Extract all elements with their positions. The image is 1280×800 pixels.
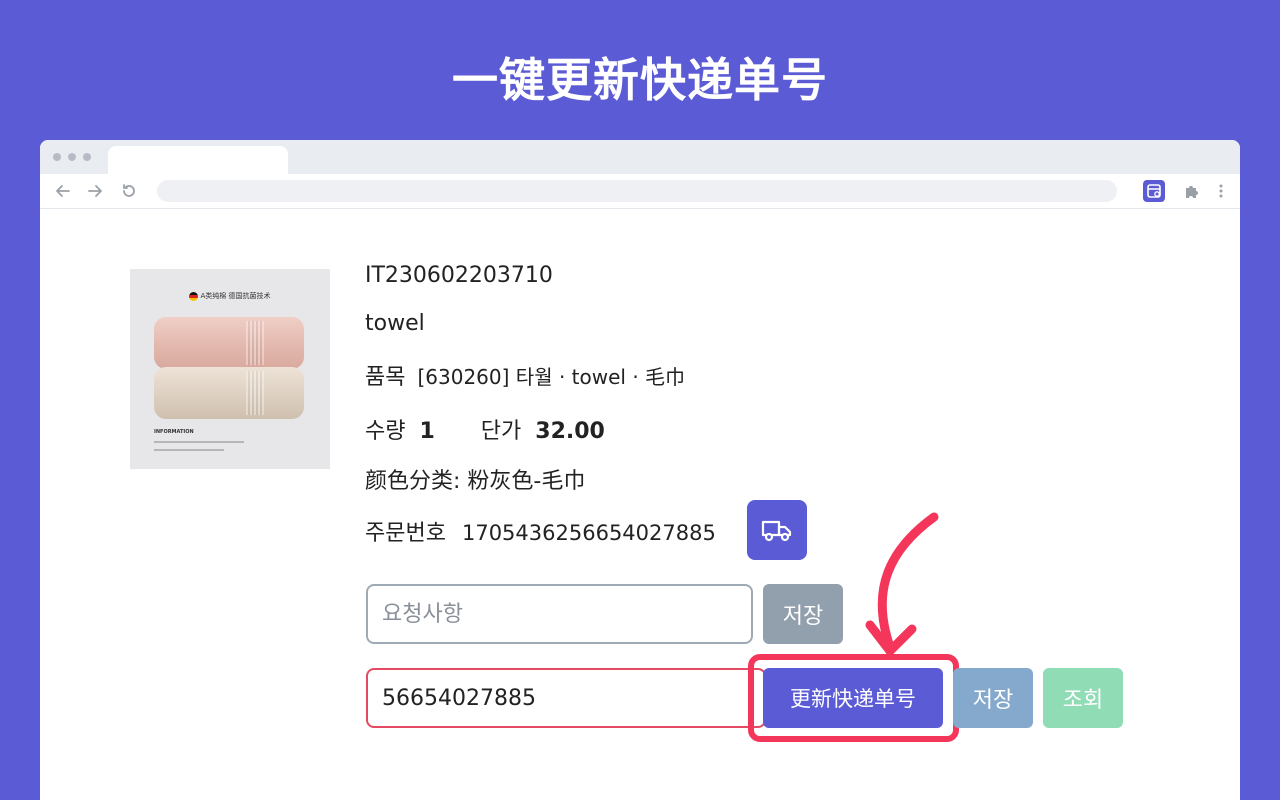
memo-input[interactable] (366, 584, 753, 644)
browser-window: A类纯棉 德国抗菌技术 INFORMATION IT230602203710 t… (40, 140, 1240, 800)
lookup-button[interactable]: 조회 (1043, 668, 1123, 728)
price-label: 단가 (480, 419, 522, 444)
window-dot[interactable] (53, 153, 61, 161)
order-number-row: 주문번호 1705436256654027885 (365, 515, 716, 547)
window-dot[interactable] (83, 153, 91, 161)
towel-beige (154, 367, 304, 419)
window-controls (53, 153, 91, 161)
color-option: 颜色分类: 粉灰色-毛巾 (365, 469, 586, 494)
product-image-info: INFORMATION (154, 429, 194, 435)
shipping-truck-button[interactable] (747, 500, 807, 560)
category-row: 품목 [630260] 타월 · towel · 毛巾 (365, 359, 685, 391)
flag-icon (189, 291, 199, 301)
tracking-save-button[interactable]: 저장 (953, 668, 1033, 728)
tracking-number-input[interactable] (366, 668, 766, 728)
active-tab[interactable] (108, 146, 288, 174)
quantity-value: 1 (419, 419, 435, 444)
order-number-label: 주문번호 (365, 521, 446, 546)
banner-title: 一键更新快递单号 (452, 53, 828, 107)
update-tracking-button[interactable]: 更新快递单号 (763, 668, 943, 728)
kebab-menu-icon[interactable] (1215, 182, 1227, 200)
truck-icon (761, 520, 792, 542)
product-image: A类纯棉 德国抗菌技术 INFORMATION (130, 269, 330, 469)
image-text-line (154, 441, 244, 443)
tab-strip (40, 140, 1240, 174)
forward-arrow-icon[interactable] (86, 182, 104, 200)
extension-icon[interactable] (1143, 180, 1165, 202)
reload-icon[interactable] (120, 182, 138, 200)
browser-toolbar (40, 174, 1240, 209)
address-bar[interactable] (157, 180, 1117, 202)
quantity-price-row: 수량 1 단가 32.00 (365, 413, 605, 445)
price-value: 32.00 (535, 419, 605, 444)
product-name: towel (365, 311, 425, 336)
product-image-header-text: A类纯棉 德国抗菌技术 (200, 292, 271, 300)
pointer-arrow-icon (865, 512, 939, 656)
towel-pink (154, 317, 304, 369)
window-dot[interactable] (68, 153, 76, 161)
category-value: [630260] 타월 · towel · 毛巾 (417, 365, 686, 389)
image-text-line (154, 449, 224, 451)
puzzle-icon[interactable] (1183, 182, 1201, 200)
product-image-header: A类纯棉 德国抗菌技术 (130, 291, 330, 301)
order-number-value: 1705436256654027885 (461, 521, 716, 545)
category-label: 품목 (365, 365, 406, 390)
quantity-label: 수량 (365, 419, 406, 444)
back-arrow-icon[interactable] (54, 182, 72, 200)
order-id: IT230602203710 (365, 263, 553, 288)
memo-save-button[interactable]: 저장 (763, 584, 843, 644)
page-content: A类纯棉 德国抗菌技术 INFORMATION IT230602203710 t… (40, 209, 1240, 800)
